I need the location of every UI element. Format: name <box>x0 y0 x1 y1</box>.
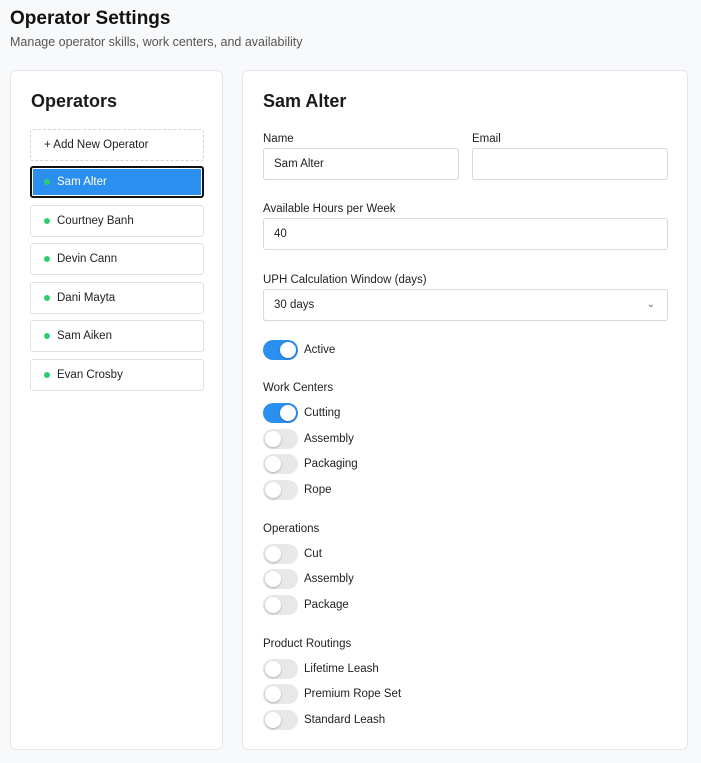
uph-window-value: 30 days <box>274 299 315 311</box>
page-header: Operator Settings Manage operator skills… <box>10 7 303 49</box>
routing-toggle[interactable] <box>263 710 298 730</box>
routing-label: Standard Leash <box>304 714 386 726</box>
email-input[interactable] <box>472 148 668 180</box>
operation-row: Assembly <box>263 569 354 589</box>
uph-window-label: UPH Calculation Window (days) <box>263 274 427 286</box>
hours-label: Available Hours per Week <box>263 203 396 215</box>
routing-toggle[interactable] <box>263 684 298 704</box>
work-center-toggle[interactable] <box>263 429 298 449</box>
work-center-label: Assembly <box>304 433 354 445</box>
toggle-knob <box>265 482 281 498</box>
name-label: Name <box>263 133 294 145</box>
operations-label: Operations <box>263 523 320 535</box>
status-dot-icon <box>44 217 50 224</box>
work-center-toggle[interactable] <box>263 403 298 423</box>
status-dot-icon <box>44 294 50 301</box>
active-row: Active <box>263 340 335 360</box>
work-center-row: Rope <box>263 480 332 500</box>
email-label: Email <box>472 133 501 145</box>
operation-row: Cut <box>263 544 322 564</box>
toggle-knob <box>265 431 281 447</box>
operation-label: Assembly <box>304 573 354 585</box>
toggle-knob <box>265 597 281 613</box>
toggle-knob <box>265 661 281 677</box>
work-center-label: Cutting <box>304 407 341 419</box>
work-centers-label: Work Centers <box>263 382 334 394</box>
routing-row: Premium Rope Set <box>263 684 401 704</box>
work-center-label: Rope <box>304 484 332 496</box>
status-dot-icon <box>44 371 50 378</box>
routing-toggle[interactable] <box>263 659 298 679</box>
operator-item[interactable]: Courtney Banh <box>30 204 204 237</box>
status-dot-icon <box>44 333 50 339</box>
sidebar-title: Operators <box>31 91 118 111</box>
operator-detail-title: Sam Alter <box>263 91 347 111</box>
operation-row: Package <box>263 595 349 615</box>
toggle-knob <box>265 712 281 728</box>
operator-item[interactable]: Dani Mayta <box>30 281 204 314</box>
operators-sidebar: Operators + Add New Operator Sam Alter C… <box>10 70 223 750</box>
operator-name: Courtney Banh <box>57 214 134 227</box>
operator-item[interactable]: Evan Crosby <box>30 358 204 391</box>
operation-label: Cut <box>304 548 322 560</box>
toggle-knob <box>265 456 281 472</box>
operator-name: Devin Cann <box>57 253 118 265</box>
operator-list: + Add New Operator Sam Alter Courtney Ba… <box>30 129 204 397</box>
toggle-knob <box>265 686 281 702</box>
name-input[interactable]: Sam Alter <box>263 148 459 180</box>
status-dot-icon <box>44 179 50 185</box>
active-label: Active <box>304 344 336 356</box>
operator-item[interactable]: Devin Cann <box>30 243 204 275</box>
toggle-knob <box>265 571 281 587</box>
operation-toggle[interactable] <box>263 595 298 615</box>
operation-label: Package <box>304 599 349 611</box>
operation-toggle[interactable] <box>263 544 298 564</box>
routings-label: Product Routings <box>263 638 352 650</box>
operator-name: Evan Crosby <box>57 368 123 381</box>
routing-row: Standard Leash <box>263 710 385 730</box>
work-center-toggle[interactable] <box>263 454 298 474</box>
routing-row: Lifetime Leash <box>263 659 379 679</box>
operator-detail-panel: Sam Alter Name Sam Alter Email Available… <box>242 70 688 750</box>
status-dot-icon <box>44 256 50 262</box>
operation-toggle[interactable] <box>263 569 298 589</box>
hours-input[interactable]: 40 <box>263 218 668 250</box>
work-center-toggle[interactable] <box>263 480 298 500</box>
work-center-row: Assembly <box>263 429 354 449</box>
active-toggle[interactable] <box>263 340 298 360</box>
chevron-down-icon: ⌄ <box>646 299 655 310</box>
routing-label: Premium Rope Set <box>304 688 402 700</box>
routing-label: Lifetime Leash <box>304 663 379 675</box>
operator-name: Dani Mayta <box>57 291 116 304</box>
operator-item[interactable]: Sam Aiken <box>30 320 204 352</box>
toggle-knob <box>280 405 296 421</box>
operator-name: Sam Alter <box>57 176 107 188</box>
page-title: Operator Settings <box>10 8 171 29</box>
operator-name: Sam Aiken <box>57 330 112 342</box>
uph-window-select[interactable]: 30 days ⌄ <box>263 289 668 321</box>
work-center-label: Packaging <box>304 458 358 470</box>
add-operator-button[interactable]: + Add New Operator <box>30 129 204 161</box>
toggle-knob <box>265 546 281 562</box>
operator-item[interactable]: Sam Alter <box>30 166 204 198</box>
page-subtitle: Manage operator skills, work centers, an… <box>10 35 303 49</box>
work-center-row: Cutting <box>263 403 340 423</box>
toggle-knob <box>280 342 296 358</box>
work-center-row: Packaging <box>263 454 358 474</box>
